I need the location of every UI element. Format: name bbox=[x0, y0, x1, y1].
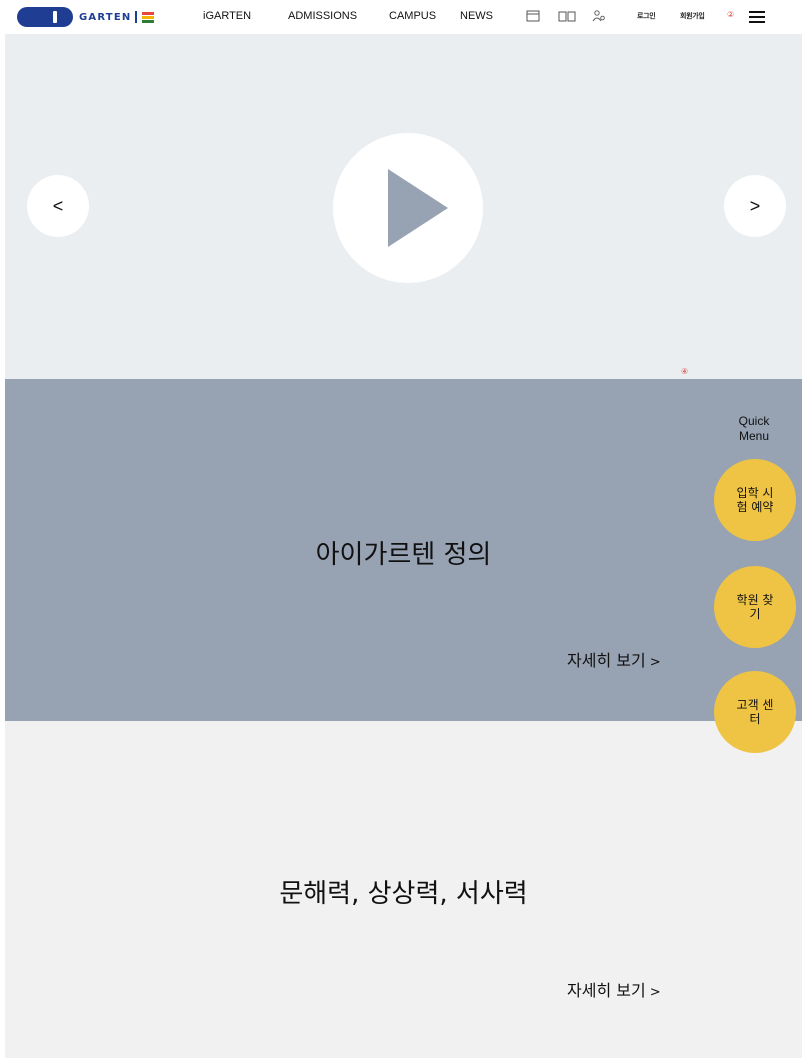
signup-link[interactable]: 회원가입 bbox=[680, 11, 705, 21]
chevron-right-icon: > bbox=[749, 195, 761, 216]
nav-news[interactable]: NEWS bbox=[460, 10, 493, 22]
nav-admissions[interactable]: ADMISSIONS bbox=[288, 10, 357, 22]
hamburger-menu-icon[interactable] bbox=[749, 11, 765, 23]
nav-igarten[interactable]: iGARTEN bbox=[203, 10, 251, 22]
chevron-right-icon: > bbox=[649, 655, 661, 670]
section-literacy: 문해력, 상상력, 서사력 자세히 보기 > bbox=[5, 721, 802, 1058]
site-logo[interactable]: GARTEN bbox=[17, 7, 154, 27]
layout-icon[interactable] bbox=[526, 9, 540, 23]
more-link[interactable]: 자세히 보기 > bbox=[567, 977, 661, 1001]
chevron-left-icon: < bbox=[52, 195, 64, 216]
logo-color-mark bbox=[141, 11, 154, 23]
video-carousel: < > bbox=[5, 34, 802, 379]
users-icon[interactable] bbox=[592, 9, 606, 23]
section-title: 문해력, 상상력, 서사력 bbox=[279, 879, 528, 909]
marker-4: ④ bbox=[681, 367, 689, 376]
quick-admission-test-button[interactable]: 입학 시험 예약 bbox=[714, 459, 796, 541]
section-title: 아이가르텐 정의 bbox=[315, 540, 492, 570]
prev-slide-button[interactable]: < bbox=[27, 175, 89, 237]
logo-mark bbox=[17, 7, 73, 27]
login-link[interactable]: 로그인 bbox=[637, 11, 656, 21]
logo-text: GARTEN bbox=[79, 11, 132, 23]
quick-customer-center-button[interactable]: 고객 센터 bbox=[714, 671, 796, 753]
book-icon[interactable] bbox=[558, 9, 576, 23]
play-icon bbox=[388, 169, 448, 247]
more-link-label: 자세히 보기 bbox=[567, 651, 646, 670]
nav-campus[interactable]: CAMPUS bbox=[389, 10, 436, 22]
next-slide-button[interactable]: > bbox=[724, 175, 786, 237]
more-link[interactable]: 자세히 보기 > bbox=[567, 647, 661, 671]
site-header: GARTEN iGARTEN ADMISSIONS CAMPUS NEWS 로그… bbox=[0, 0, 802, 34]
section-definition: ④ 아이가르텐 정의 자세히 보기 > bbox=[5, 367, 802, 721]
marker-2: ② bbox=[727, 10, 735, 19]
play-button[interactable] bbox=[333, 133, 483, 283]
logo-divider bbox=[135, 11, 137, 23]
quick-menu-label: Quick Menu bbox=[738, 414, 770, 443]
quick-find-academy-button[interactable]: 학원 찾기 bbox=[714, 566, 796, 648]
more-link-label: 자세히 보기 bbox=[567, 981, 646, 1000]
chevron-right-icon: > bbox=[649, 985, 661, 1000]
